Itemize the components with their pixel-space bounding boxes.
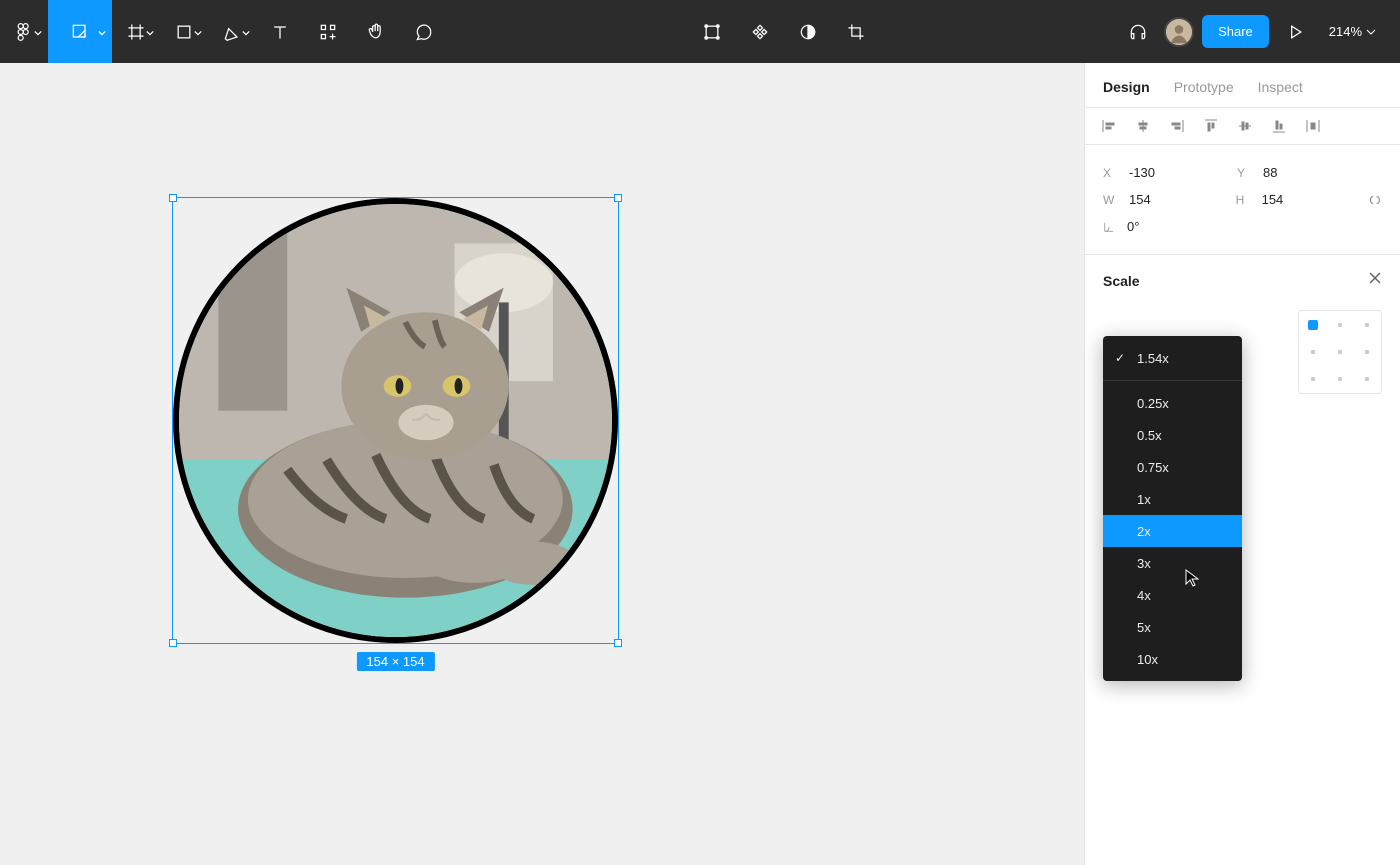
present-button[interactable]	[1277, 0, 1313, 63]
chevron-down-icon	[242, 29, 250, 37]
close-icon	[1368, 271, 1382, 285]
zoom-value: 214%	[1329, 24, 1362, 39]
avatar-image	[1166, 17, 1192, 47]
selected-object[interactable]: 154 × 154	[172, 197, 619, 644]
pen-icon	[222, 22, 242, 42]
x-field[interactable]: X-130	[1103, 165, 1213, 180]
figma-menu-button[interactable]	[0, 0, 48, 63]
layout-grid-icon	[702, 22, 722, 42]
top-toolbar: Share 214%	[0, 0, 1400, 63]
constraint-anchor-tr[interactable]	[1354, 311, 1381, 338]
crop-icon	[846, 22, 866, 42]
mouse-cursor	[1185, 569, 1199, 592]
cat-photo-placeholder	[179, 204, 612, 637]
scale-option[interactable]: 10x	[1103, 643, 1242, 675]
rectangle-icon	[174, 22, 194, 42]
constraint-anchor-br[interactable]	[1354, 366, 1381, 393]
canvas[interactable]: 154 × 154	[0, 63, 1084, 865]
chevron-down-icon	[1366, 29, 1376, 35]
angle-icon	[1103, 221, 1115, 233]
mask-button[interactable]	[784, 0, 832, 63]
scale-option[interactable]: 4x	[1103, 579, 1242, 611]
constraint-anchor-mc[interactable]	[1326, 338, 1353, 365]
layout-grid-button[interactable]	[688, 0, 736, 63]
scale-option[interactable]: 0.5x	[1103, 419, 1242, 451]
selection-size-badge: 154 × 154	[356, 652, 434, 671]
text-tool-button[interactable]	[256, 0, 304, 63]
chevron-down-icon	[34, 29, 42, 37]
user-avatar[interactable]	[1164, 17, 1194, 47]
scale-dropdown[interactable]: 1.54x 0.25x0.5x0.75x1x2x3x4x5x10x	[1103, 336, 1242, 681]
constraint-grid[interactable]	[1298, 310, 1382, 394]
align-right-icon[interactable]	[1169, 118, 1185, 134]
tab-prototype[interactable]: Prototype	[1174, 79, 1234, 95]
hand-tool-button[interactable]	[352, 0, 400, 63]
text-icon	[270, 22, 290, 42]
figma-icon	[14, 22, 34, 42]
alignment-row	[1085, 108, 1400, 145]
tab-inspect[interactable]: Inspect	[1258, 79, 1303, 95]
chevron-down-icon	[146, 29, 154, 37]
share-button[interactable]: Share	[1202, 15, 1269, 48]
shape-tool-button[interactable]	[160, 0, 208, 63]
distribute-icon[interactable]	[1305, 118, 1321, 134]
align-v-center-icon[interactable]	[1237, 118, 1253, 134]
scale-option[interactable]: 3x	[1103, 547, 1242, 579]
scale-option[interactable]: 0.25x	[1103, 387, 1242, 419]
constraint-anchor-bc[interactable]	[1326, 366, 1353, 393]
scale-option[interactable]: 1x	[1103, 483, 1242, 515]
constraint-anchor-bl[interactable]	[1299, 366, 1326, 393]
comment-tool-button[interactable]	[400, 0, 448, 63]
constraint-anchor-tl[interactable]	[1299, 311, 1326, 338]
hand-icon	[366, 22, 386, 42]
component-button[interactable]	[736, 0, 784, 63]
resources-icon	[318, 22, 338, 42]
scale-option-current[interactable]: 1.54x	[1103, 342, 1242, 374]
mask-icon	[798, 22, 818, 42]
play-icon	[1285, 22, 1305, 42]
scale-close-button[interactable]	[1368, 271, 1382, 290]
scale-title: Scale	[1103, 273, 1140, 289]
scale-tool-button[interactable]	[48, 0, 112, 63]
frame-tool-button[interactable]	[112, 0, 160, 63]
resize-handle-tl[interactable]	[169, 194, 177, 202]
w-field[interactable]: W154	[1103, 192, 1212, 207]
h-field[interactable]: H154	[1236, 192, 1345, 207]
component-icon	[750, 22, 770, 42]
panel-tabs: Design Prototype Inspect	[1085, 63, 1400, 108]
align-top-icon[interactable]	[1203, 118, 1219, 134]
pen-tool-button[interactable]	[208, 0, 256, 63]
chevron-down-icon	[98, 29, 106, 37]
scale-section: Scale 1.54x 0.25x0.5x0.75x1x2x3x4x5x10x …	[1085, 255, 1400, 410]
resize-handle-br[interactable]	[614, 639, 622, 647]
scale-option[interactable]: 2x	[1103, 515, 1242, 547]
zoom-control[interactable]: 214%	[1321, 24, 1384, 39]
crop-button[interactable]	[832, 0, 880, 63]
transform-section: X-130 Y88 W154 H154 0°	[1085, 145, 1400, 255]
y-field[interactable]: Y88	[1237, 165, 1347, 180]
audio-button[interactable]	[1120, 0, 1156, 63]
constraint-anchor-ml[interactable]	[1299, 338, 1326, 365]
rotation-field[interactable]: 0°	[1103, 219, 1213, 234]
scale-option[interactable]: 5x	[1103, 611, 1242, 643]
scale-tool-icon	[70, 22, 90, 42]
constraint-anchor-tc[interactable]	[1326, 311, 1353, 338]
align-h-center-icon[interactable]	[1135, 118, 1151, 134]
scale-option[interactable]: 0.75x	[1103, 451, 1242, 483]
resize-handle-bl[interactable]	[169, 639, 177, 647]
resources-button[interactable]	[304, 0, 352, 63]
align-left-icon[interactable]	[1101, 118, 1117, 134]
circle-image[interactable]	[173, 198, 618, 643]
frame-icon	[126, 22, 146, 42]
resize-handle-tr[interactable]	[614, 194, 622, 202]
constraint-anchor-mr[interactable]	[1354, 338, 1381, 365]
align-bottom-icon[interactable]	[1271, 118, 1287, 134]
constrain-proportions-icon[interactable]	[1368, 193, 1382, 207]
tab-design[interactable]: Design	[1103, 79, 1150, 95]
headphones-icon	[1128, 22, 1148, 42]
comment-icon	[414, 22, 434, 42]
chevron-down-icon	[194, 29, 202, 37]
right-panel: Design Prototype Inspect X-130 Y88 W154 …	[1084, 63, 1400, 865]
